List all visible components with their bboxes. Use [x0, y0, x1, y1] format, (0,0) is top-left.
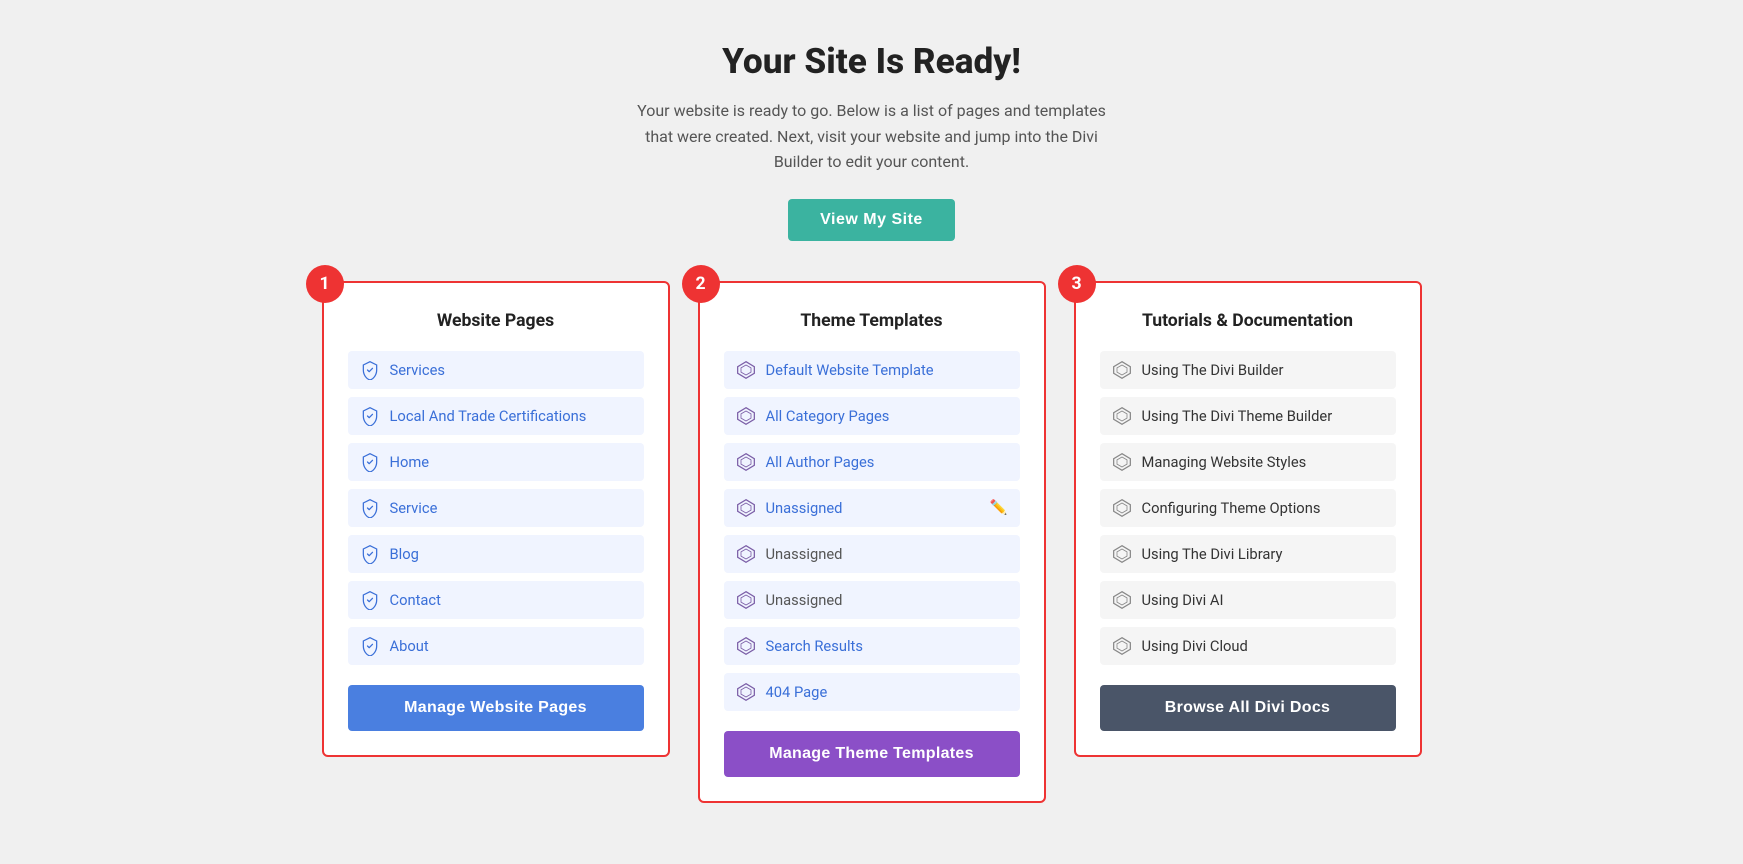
item-link[interactable]: Home [390, 453, 430, 471]
list-item: Services [348, 351, 644, 389]
list-item: Local And Trade Certifications [348, 397, 644, 435]
divi-icon [736, 590, 756, 610]
list-item: Service [348, 489, 644, 527]
divi-icon [360, 636, 380, 656]
list-item: Blog [348, 535, 644, 573]
theme-templates-column: 2 Theme Templates Default Website Templa… [698, 281, 1046, 803]
item-link[interactable]: Using Divi AI [1142, 591, 1224, 609]
item-link[interactable]: Using The Divi Library [1142, 545, 1283, 563]
item-link[interactable]: Blog [390, 545, 419, 563]
divi-icon [736, 636, 756, 656]
list-item: All Category Pages [724, 397, 1020, 435]
divi-icon [360, 590, 380, 610]
page-title: Your Site Is Ready! [322, 40, 1422, 82]
manage-website-pages-button[interactable]: Manage Website Pages [348, 685, 644, 731]
browse-all-divi-docs-button[interactable]: Browse All Divi Docs [1100, 685, 1396, 731]
divi-icon [1112, 636, 1132, 656]
item-link[interactable]: 404 Page [766, 683, 828, 701]
divi-icon [736, 682, 756, 702]
list-item: Unassigned [724, 581, 1020, 619]
item-link[interactable]: Using The Divi Theme Builder [1142, 407, 1333, 425]
divi-icon [1112, 360, 1132, 380]
item-label: Unassigned [766, 591, 843, 609]
website-pages-list: Services Local And Trade Certifications [348, 351, 644, 665]
item-link[interactable]: Using The Divi Builder [1142, 361, 1284, 379]
divi-icon [360, 406, 380, 426]
item-link[interactable]: Services [390, 361, 445, 379]
item-label: Unassigned [766, 545, 843, 563]
list-item: Managing Website Styles [1100, 443, 1396, 481]
list-item: Unassigned ✏️ [724, 489, 1020, 527]
list-item: Using Divi Cloud [1100, 627, 1396, 665]
divi-icon [736, 360, 756, 380]
header-section: Your Site Is Ready! Your website is read… [322, 40, 1422, 241]
divi-icon [1112, 452, 1132, 472]
list-item: Contact [348, 581, 644, 619]
item-link[interactable]: All Author Pages [766, 453, 875, 471]
theme-templates-list: Default Website Template All Category Pa… [724, 351, 1020, 711]
manage-theme-templates-button[interactable]: Manage Theme Templates [724, 731, 1020, 777]
edit-icon[interactable]: ✏️ [990, 499, 1008, 516]
list-item: Configuring Theme Options [1100, 489, 1396, 527]
divi-icon [1112, 498, 1132, 518]
header-description: Your website is ready to go. Below is a … [632, 98, 1112, 175]
website-pages-column: 1 Website Pages Services [322, 281, 670, 757]
list-item: Home [348, 443, 644, 481]
view-site-button[interactable]: View My Site [788, 199, 955, 241]
list-item: Default Website Template [724, 351, 1020, 389]
item-link[interactable]: Local And Trade Certifications [390, 407, 587, 425]
tutorials-title: Tutorials & Documentation [1100, 311, 1396, 331]
list-item: Unassigned [724, 535, 1020, 573]
tutorials-column: 3 Tutorials & Documentation Using The Di… [1074, 281, 1422, 757]
item-link[interactable]: Default Website Template [766, 361, 934, 379]
page-wrapper: Your Site Is Ready! Your website is read… [322, 40, 1422, 803]
list-item: 404 Page [724, 673, 1020, 711]
divi-icon [360, 544, 380, 564]
divi-icon [1112, 590, 1132, 610]
divi-icon [1112, 406, 1132, 426]
divi-icon [360, 360, 380, 380]
list-item: Using Divi AI [1100, 581, 1396, 619]
divi-icon [736, 498, 756, 518]
website-pages-title: Website Pages [348, 311, 644, 331]
divi-icon [736, 452, 756, 472]
divi-icon [1112, 544, 1132, 564]
list-item: Using The Divi Theme Builder [1100, 397, 1396, 435]
item-link[interactable]: Contact [390, 591, 441, 609]
item-link[interactable]: Search Results [766, 637, 863, 655]
list-item: Search Results [724, 627, 1020, 665]
item-link[interactable]: Service [390, 499, 438, 517]
theme-templates-title: Theme Templates [724, 311, 1020, 331]
item-link[interactable]: About [390, 637, 429, 655]
divi-icon [736, 406, 756, 426]
item-link[interactable]: All Category Pages [766, 407, 890, 425]
item-link[interactable]: Unassigned [766, 499, 843, 517]
divi-icon [360, 498, 380, 518]
columns-container: 1 Website Pages Services [322, 281, 1422, 803]
item-link[interactable]: Using Divi Cloud [1142, 637, 1248, 655]
list-item: Using The Divi Library [1100, 535, 1396, 573]
list-item: About [348, 627, 644, 665]
list-item: Using The Divi Builder [1100, 351, 1396, 389]
list-item: All Author Pages [724, 443, 1020, 481]
tutorials-list: Using The Divi Builder Using The Divi Th… [1100, 351, 1396, 665]
step-badge-1: 1 [306, 265, 344, 303]
item-link[interactable]: Configuring Theme Options [1142, 499, 1321, 517]
step-badge-3: 3 [1058, 265, 1096, 303]
divi-icon [736, 544, 756, 564]
item-link[interactable]: Managing Website Styles [1142, 453, 1307, 471]
step-badge-2: 2 [682, 265, 720, 303]
divi-icon [360, 452, 380, 472]
